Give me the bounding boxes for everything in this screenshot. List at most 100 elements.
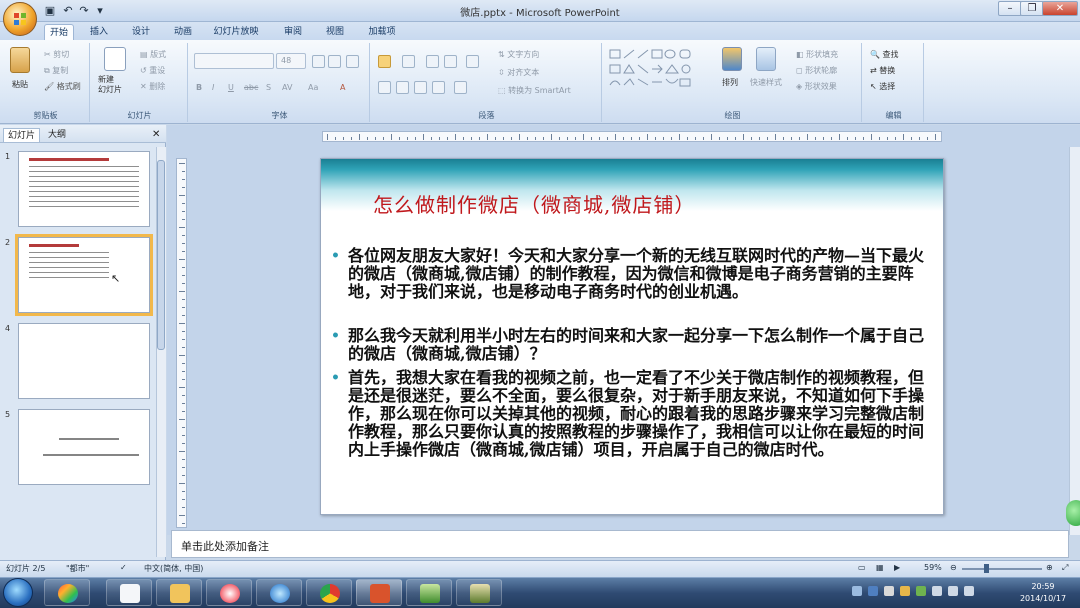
slide-bullet[interactable]: • 首先，我想大家在看我的视频之前，也一定看了不少关于微店制作的视频教程，但是还是… (331, 369, 938, 459)
tray-icon[interactable] (900, 586, 910, 596)
slide-title[interactable]: 怎么做制作微店（微商城,微店铺） (373, 189, 695, 218)
bold-icon[interactable]: B (196, 83, 202, 92)
tray-icon[interactable] (884, 586, 894, 596)
tab-review[interactable]: 审阅 (278, 24, 308, 40)
paste-icon[interactable] (10, 47, 30, 73)
increase-indent-icon[interactable] (444, 55, 457, 68)
pane-scrollbar-thumb[interactable] (157, 160, 165, 350)
notes-pane[interactable]: 单击此处添加备注 (171, 530, 1069, 558)
align-center-icon[interactable] (396, 81, 409, 94)
tab-addins[interactable]: 加载项 (362, 24, 402, 40)
font-size-select[interactable]: 48 (276, 53, 306, 69)
taskbar-app[interactable] (156, 579, 202, 606)
taskbar-app[interactable] (306, 579, 352, 606)
shrink-font-icon[interactable] (328, 55, 341, 68)
taskbar-app[interactable] (206, 579, 252, 606)
zoom-out-icon[interactable]: ⊖ (950, 563, 957, 572)
tab-slides-pane[interactable]: 幻灯片 (3, 128, 41, 142)
slide-thumbnail[interactable] (18, 323, 150, 399)
bullets-icon[interactable] (378, 55, 391, 68)
cut-button[interactable]: ✂ 剪切 (44, 49, 69, 60)
align-text-button[interactable]: ⇳ 对齐文本 (498, 67, 539, 78)
numbering-icon[interactable] (402, 55, 415, 68)
slide-bullet[interactable]: • 那么我今天就利用半小时左右的时间来和大家一起分享一下怎么制作一个属于自己的微店… (331, 327, 938, 363)
delete-button[interactable]: ✕ 删除 (140, 81, 165, 92)
clear-format-icon[interactable] (346, 55, 359, 68)
align-left-icon[interactable] (378, 81, 391, 94)
justify-icon[interactable] (432, 81, 445, 94)
text-direction-button[interactable]: ⇅ 文字方向 (498, 49, 539, 60)
tab-view[interactable]: 视图 (320, 24, 350, 40)
quick-styles-icon[interactable] (756, 47, 776, 71)
zoom-in-icon[interactable]: ⊕ (1046, 563, 1053, 572)
zoom-slider[interactable] (962, 568, 1042, 570)
taskbar-app-active[interactable] (356, 579, 402, 606)
fit-window-icon[interactable]: ⤢ (1062, 563, 1068, 573)
slide-scrollbar[interactable] (1069, 147, 1080, 535)
replace-button[interactable]: ⇄ 替换 (870, 65, 895, 76)
copy-button[interactable]: ⧉ 复制 (44, 65, 68, 76)
tab-insert[interactable]: 插入 (84, 24, 114, 40)
tab-home[interactable]: 开始 (44, 24, 74, 40)
find-button[interactable]: 🔍 查找 (870, 49, 899, 60)
align-right-icon[interactable] (414, 81, 427, 94)
columns-icon[interactable] (454, 81, 467, 94)
slide-canvas[interactable]: 怎么做制作微店（微商城,微店铺） • 各位网友朋友大家好！今天和大家分享一个新的无… (320, 158, 944, 515)
shape-outline-button[interactable]: ◻ 形状轮廓 (796, 65, 837, 76)
shape-fill-button[interactable]: ◧ 形状填充 (796, 49, 838, 60)
office-button[interactable] (3, 2, 37, 36)
shape-effects-button[interactable]: ◈ 形状效果 (796, 81, 837, 92)
tab-design[interactable]: 设计 (126, 24, 156, 40)
layout-button[interactable]: ▤ 版式 (140, 49, 166, 60)
minimize-button[interactable]: – (998, 1, 1022, 16)
taskbar-app[interactable] (256, 579, 302, 606)
slide-thumbnail-selected[interactable]: ↖ (15, 234, 153, 316)
tray-icon[interactable] (868, 586, 878, 596)
smartart-button[interactable]: ⬚ 转换为 SmartArt (498, 85, 571, 96)
tab-outline-pane[interactable]: 大纲 (44, 128, 70, 142)
slide-thumbnail[interactable] (18, 409, 150, 485)
shapes-gallery-icon[interactable] (608, 47, 714, 93)
quick-styles-label[interactable]: 快速样式 (750, 77, 782, 88)
strikethrough-icon[interactable]: abc (244, 83, 258, 92)
format-painter-button[interactable]: 🖌 格式刷 (44, 81, 81, 92)
close-button[interactable]: ✕ (1042, 1, 1078, 16)
pane-close-icon[interactable]: ✕ (152, 129, 160, 140)
shadow-icon[interactable]: S (266, 83, 271, 92)
restore-button[interactable]: ❐ (1020, 1, 1044, 16)
tab-animations[interactable]: 动画 (168, 24, 198, 40)
italic-icon[interactable]: I (212, 83, 214, 92)
taskbar-app[interactable] (406, 579, 452, 606)
change-case-icon[interactable]: Aa (308, 83, 318, 92)
font-color-icon[interactable]: A (340, 83, 345, 92)
underline-icon[interactable]: U (228, 83, 234, 92)
arrange-icon[interactable] (722, 47, 742, 71)
new-slide-label[interactable]: 新建 幻灯片 (98, 75, 122, 95)
zoom-slider-thumb[interactable] (984, 564, 989, 573)
new-slide-icon[interactable] (104, 47, 126, 71)
taskbar-app[interactable] (456, 579, 502, 606)
char-spacing-icon[interactable]: AV (282, 83, 292, 92)
paste-label[interactable]: 粘贴 (12, 79, 28, 90)
volume-icon[interactable] (964, 586, 974, 596)
taskbar-clock[interactable]: 20:59 2014/10/17 (1008, 581, 1078, 605)
tab-slideshow[interactable]: 幻灯片放映 (208, 24, 264, 40)
spellcheck-icon[interactable]: ✓ (120, 563, 127, 572)
normal-view-icon[interactable]: ▭ (858, 563, 866, 572)
arrange-label[interactable]: 排列 (722, 77, 738, 88)
font-name-select[interactable] (194, 53, 274, 69)
slideshow-view-icon[interactable]: ▶ (894, 563, 900, 572)
slide-thumbnail[interactable] (18, 151, 150, 227)
taskbar-app[interactable] (106, 579, 152, 606)
network-icon[interactable] (948, 586, 958, 596)
reset-button[interactable]: ↺ 重设 (140, 65, 165, 76)
taskbar-app[interactable] (44, 579, 90, 606)
zoom-level[interactable]: 59% (924, 563, 942, 572)
decrease-indent-icon[interactable] (426, 55, 439, 68)
slide-sorter-icon[interactable]: ▦ (876, 563, 884, 572)
tray-icon[interactable] (852, 586, 862, 596)
tray-icon[interactable] (916, 586, 926, 596)
tray-icon[interactable] (932, 586, 942, 596)
grow-font-icon[interactable] (312, 55, 325, 68)
line-spacing-icon[interactable] (466, 55, 479, 68)
